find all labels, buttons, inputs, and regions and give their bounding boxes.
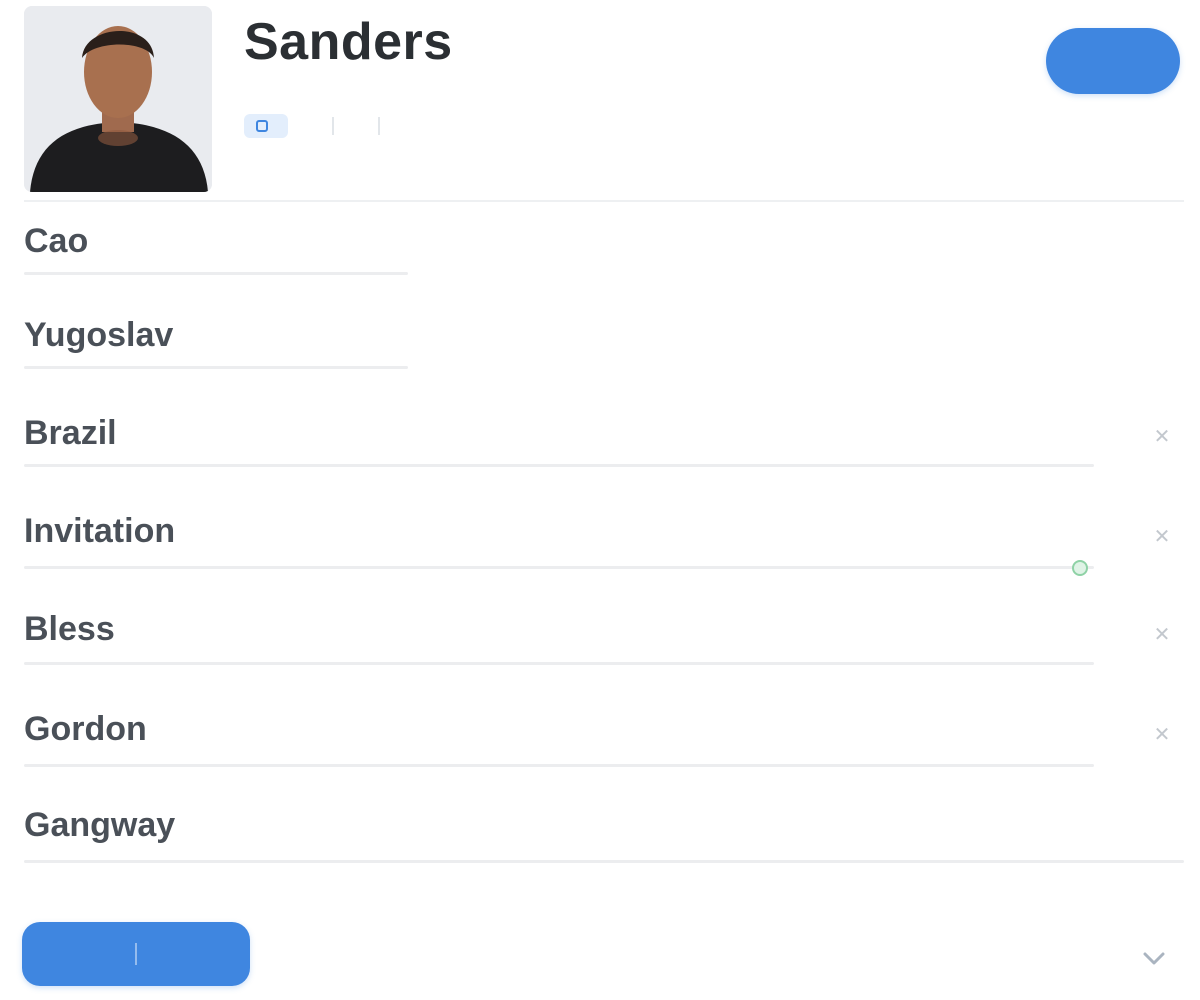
checkbox-icon	[256, 120, 268, 132]
profile-editor: Sanders Cao Yugoslav Brazil ✕ Invitation…	[0, 0, 1200, 1000]
button-divider	[135, 943, 137, 965]
field-input[interactable]	[24, 860, 1184, 863]
field-row[interactable]: Bless ✕	[24, 610, 1184, 690]
header-divider	[24, 200, 1184, 202]
field-row[interactable]: Gangway	[24, 806, 1184, 886]
profile-meta	[244, 108, 402, 144]
footer-action-button[interactable]	[22, 922, 250, 986]
valid-check-icon	[1072, 560, 1088, 576]
field-row[interactable]: Yugoslav	[24, 316, 1184, 396]
field-row[interactable]: Brazil ✕	[24, 414, 1184, 494]
close-icon[interactable]: ✕	[1148, 620, 1176, 648]
meta-divider	[332, 117, 334, 135]
chevron-down-icon	[1143, 952, 1165, 965]
field-input[interactable]	[24, 272, 408, 275]
close-icon[interactable]: ✕	[1148, 522, 1176, 550]
page-title: Sanders	[244, 13, 453, 71]
field-row[interactable]: Gordon ✕	[24, 710, 1184, 790]
avatar[interactable]	[24, 6, 212, 192]
field-label: Invitation	[24, 512, 176, 550]
field-input[interactable]	[24, 764, 1094, 767]
primary-action-button[interactable]	[1046, 28, 1180, 94]
field-label: Gordon	[24, 710, 147, 748]
field-label: Brazil	[24, 414, 117, 452]
status-badge[interactable]	[244, 114, 288, 138]
field-label: Bless	[24, 610, 115, 648]
field-label: Gangway	[24, 806, 176, 844]
meta-divider	[378, 117, 380, 135]
field-input[interactable]	[24, 366, 408, 369]
field-row[interactable]: Cao	[24, 222, 1184, 302]
close-icon[interactable]: ✕	[1148, 720, 1176, 748]
person-photo-icon	[24, 6, 212, 192]
field-input[interactable]	[24, 566, 1094, 569]
profile-header: Sanders	[0, 0, 1200, 200]
field-label: Yugoslav	[24, 316, 174, 354]
chevron-icon[interactable]	[1136, 942, 1172, 974]
field-label: Cao	[24, 222, 89, 260]
field-input[interactable]	[24, 662, 1094, 665]
field-input[interactable]	[24, 464, 1094, 467]
close-icon[interactable]: ✕	[1148, 422, 1176, 450]
field-row[interactable]: Invitation ✕	[24, 512, 1184, 592]
